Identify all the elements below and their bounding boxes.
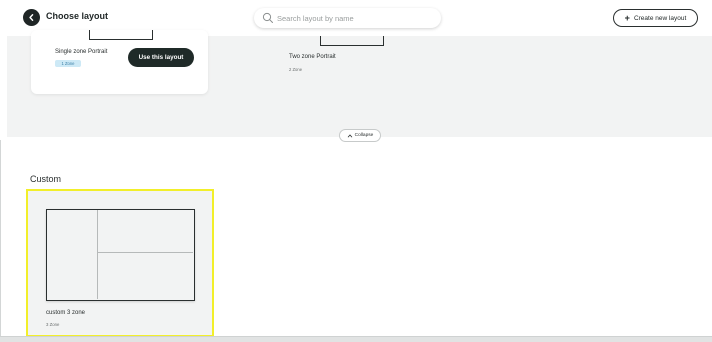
window-bottom-edge [0, 336, 712, 342]
page-title: Choose layout [46, 11, 109, 21]
chevron-up-icon [347, 133, 352, 137]
layout-thumbnail [46, 209, 195, 301]
use-this-layout-button[interactable]: Use this layout [128, 48, 194, 67]
layout-thumbnail [89, 30, 153, 40]
layout-thumbnail-two-zone-portrait[interactable] [320, 36, 384, 46]
layout-name: custom 3 zone [46, 310, 86, 316]
layout-card-single-zone-portrait[interactable]: Single zone Portrait 1 Zone Use this lay… [31, 30, 208, 94]
zone-top-right [98, 210, 193, 253]
create-button-label: Create new layout [633, 14, 687, 22]
collapse-label: Collapse [354, 133, 374, 138]
section-title-custom: Custom [30, 174, 62, 184]
zone-count-label: 2 Zone [289, 67, 303, 72]
layout-name: Single zone Portrait [55, 49, 108, 55]
preset-layouts-panel: Single zone Portrait 1 Zone Use this lay… [7, 30, 712, 137]
search-icon [262, 12, 273, 23]
create-new-layout-button[interactable]: + Create new layout [613, 9, 698, 27]
zone-left [47, 210, 98, 299]
search-input[interactable] [277, 11, 432, 25]
chevron-left-icon [29, 14, 34, 21]
layout-card-custom-3-zone[interactable]: custom 3 zone 3 Zone [26, 189, 214, 337]
collapse-button[interactable]: Collapse [339, 129, 381, 142]
plus-icon: + [624, 12, 630, 23]
zone-count-badge: 1 Zone [55, 60, 81, 67]
zone-count-label: 3 Zone [46, 322, 60, 327]
search-bar[interactable] [254, 8, 441, 28]
back-button[interactable] [23, 9, 40, 26]
divider [0, 140, 1, 340]
layout-name: Two zone Portrait [289, 54, 336, 60]
zone-bottom-right [98, 253, 193, 299]
